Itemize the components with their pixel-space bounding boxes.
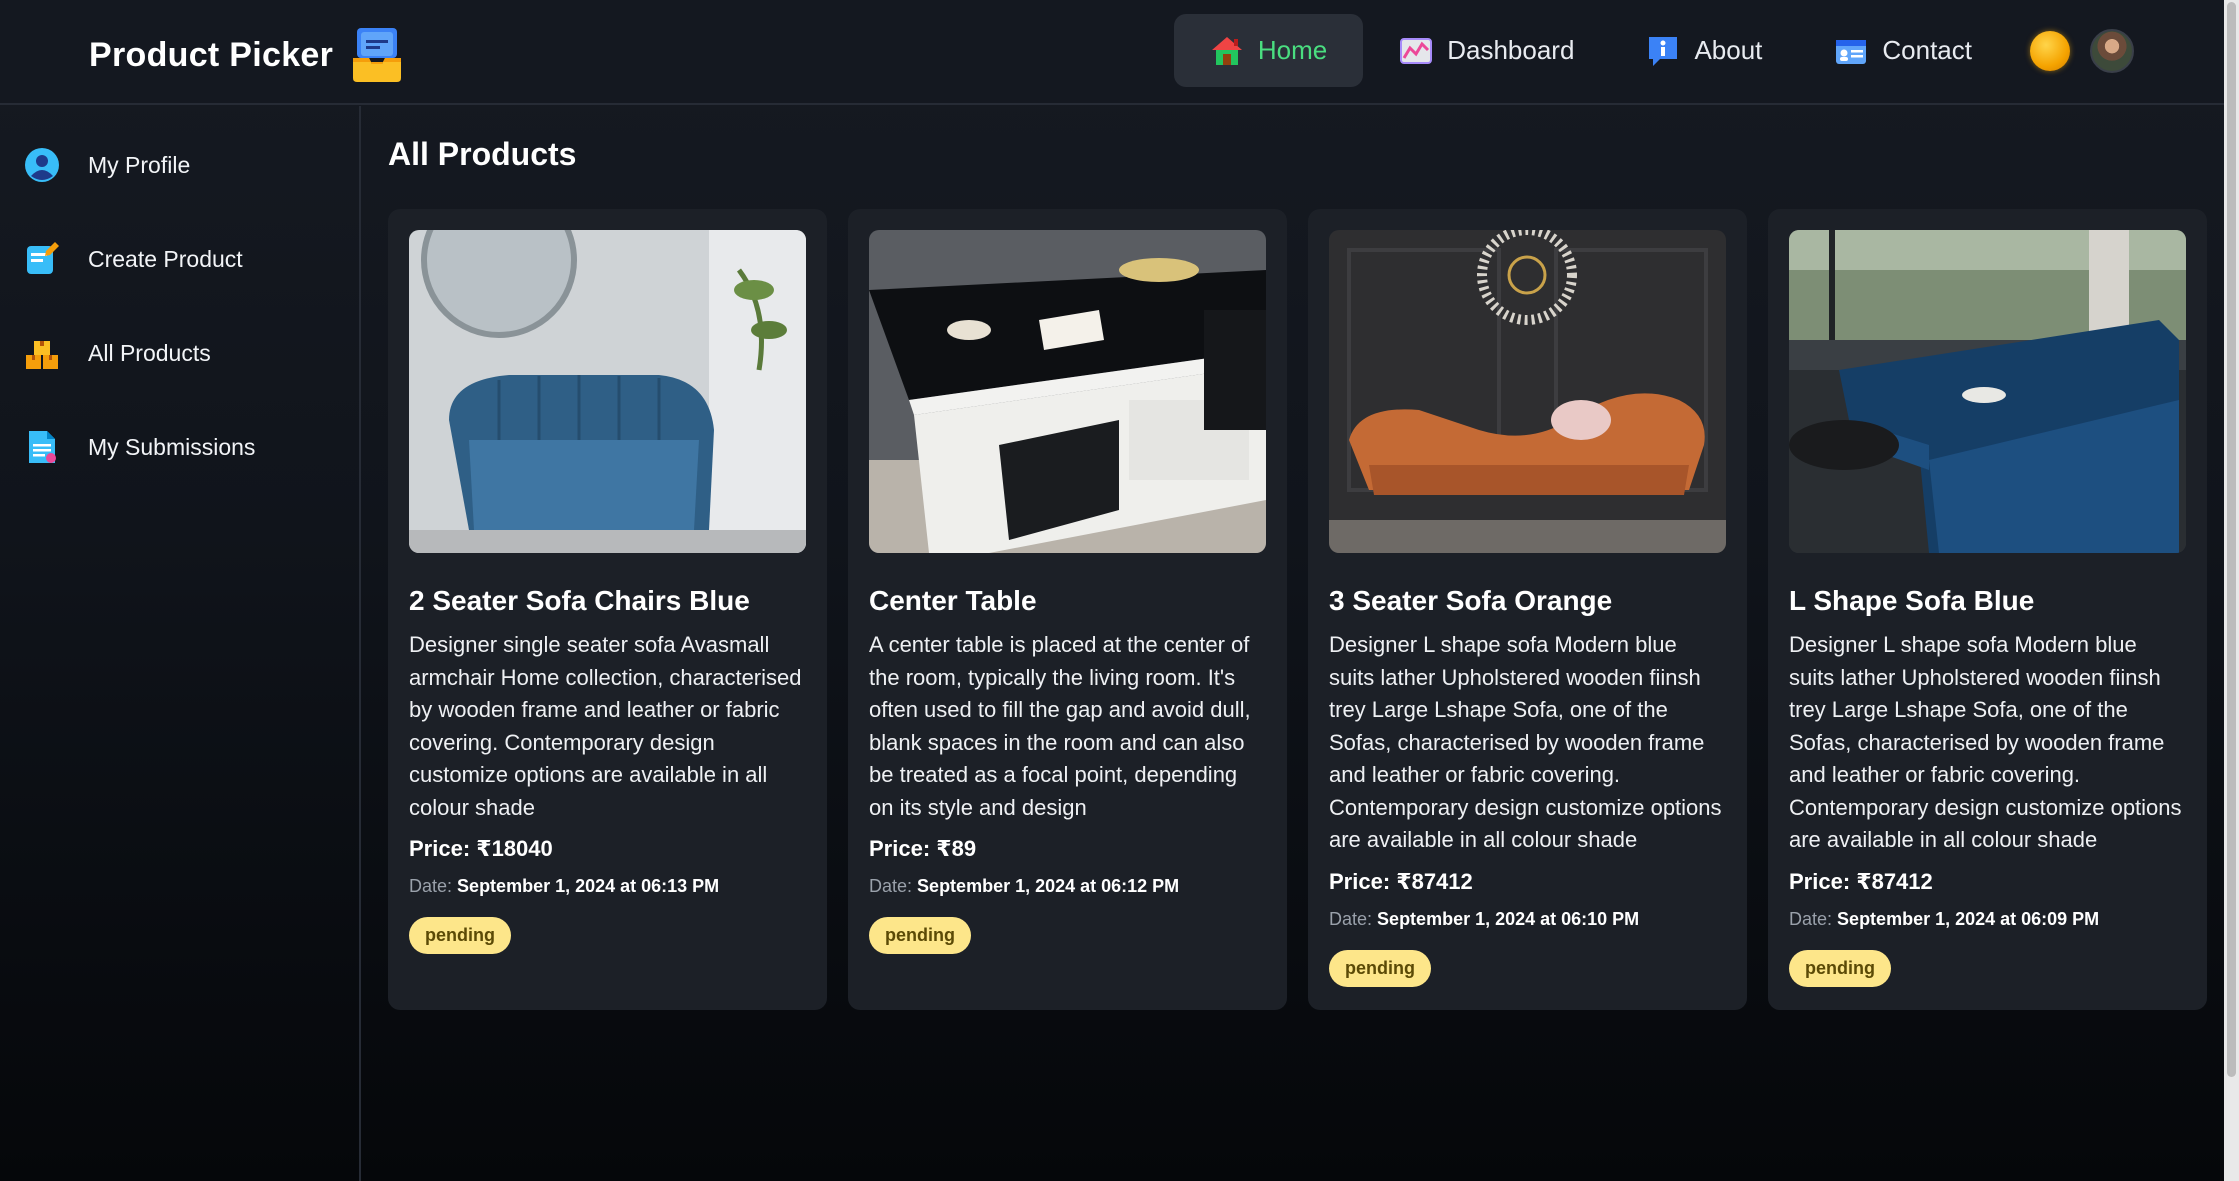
date-label: Date: — [409, 876, 453, 896]
status-badge: pending — [409, 917, 511, 954]
date-label: Date: — [1329, 908, 1373, 929]
product-price: Price: ₹87412 — [1789, 869, 2186, 895]
sun-icon[interactable] — [2030, 30, 2070, 71]
product-date: Date: September 1, 2024 at 06:12 PM — [869, 876, 1266, 897]
status-badge: pending — [869, 917, 971, 954]
product-date: Date: September 1, 2024 at 06:10 PM — [1329, 909, 1726, 930]
product-title: 3 Seater Sofa Orange — [1329, 585, 1613, 616]
status-badge: pending — [1789, 949, 1891, 987]
date-value: September 1, 2024 at 06:10 PM — [1377, 908, 1640, 929]
price-value: ₹87412 — [1856, 868, 1933, 894]
user-circle-icon — [24, 147, 60, 183]
product-date: Date: September 1, 2024 at 06:13 PM — [409, 876, 806, 897]
price-label: Price: — [1789, 868, 1851, 894]
product-card[interactable]: Center Table A center table is placed at… — [848, 209, 1287, 1010]
scrollbar-thumb[interactable] — [2227, 2, 2236, 1077]
sidebar-item-label: My Submissions — [88, 433, 256, 460]
main-content: All Products 2 Seater Sofa Chairs Blue D… — [388, 106, 2208, 1010]
nav-home[interactable]: Home — [1173, 14, 1364, 87]
product-image — [409, 230, 806, 553]
price-label: Price: — [1329, 868, 1391, 894]
inbox-tray-icon — [351, 26, 403, 84]
product-date: Date: September 1, 2024 at 06:09 PM — [1789, 909, 2186, 930]
product-title: 2 Seater Sofa Chairs Blue — [409, 585, 750, 616]
brand[interactable]: Product Picker — [89, 26, 403, 84]
date-label: Date: — [1789, 908, 1833, 929]
sidebar-item-all-products[interactable]: All Products — [0, 306, 359, 400]
chart-icon — [1399, 34, 1433, 68]
sidebar-item-create-product[interactable]: Create Product — [0, 212, 359, 306]
nav-about[interactable]: About — [1610, 14, 1798, 87]
date-label: Date: — [869, 876, 913, 896]
product-description: A center table is placed at the center o… — [869, 632, 1251, 820]
page-title: All Products — [388, 136, 577, 172]
product-image — [1329, 230, 1726, 553]
date-value: September 1, 2024 at 06:12 PM — [917, 876, 1180, 896]
nav-dashboard[interactable]: Dashboard — [1363, 14, 1610, 87]
price-label: Price: — [869, 836, 931, 861]
top-navbar: Product Picker Home Dashboard About Cont… — [0, 0, 2224, 105]
user-avatar[interactable] — [2090, 28, 2134, 73]
product-card[interactable]: 3 Seater Sofa Orange Designer L shape so… — [1308, 209, 1747, 1010]
product-price: Price: ₹89 — [869, 836, 1266, 862]
sidebar-item-label: Create Product — [88, 245, 243, 272]
nav-contact-label: Contact — [1882, 35, 1972, 65]
nav-home-label: Home — [1257, 35, 1328, 65]
product-title: Center Table — [869, 585, 1037, 616]
product-card[interactable]: 2 Seater Sofa Chairs Blue Designer singl… — [388, 209, 827, 1010]
app-title: Product Picker — [89, 35, 334, 74]
date-value: September 1, 2024 at 06:09 PM — [1837, 908, 2100, 929]
product-description: Designer single seater sofa Avasmall arm… — [409, 632, 802, 820]
product-price: Price: ₹87412 — [1329, 869, 1726, 895]
product-image — [869, 230, 1266, 553]
sidebar: My Profile Create Product All Products M… — [0, 106, 361, 1181]
nav-contact[interactable]: Contact — [1798, 14, 2008, 87]
price-label: Price: — [409, 836, 471, 861]
sidebar-item-label: All Products — [88, 339, 211, 366]
document-icon — [24, 429, 60, 465]
home-icon — [1210, 34, 1244, 68]
price-value: ₹18040 — [476, 836, 553, 861]
sidebar-item-label: My Profile — [88, 151, 191, 178]
product-description: Designer L shape sofa Modern blue suits … — [1329, 632, 1722, 852]
price-value: ₹89 — [936, 836, 977, 861]
sidebar-item-my-profile[interactable]: My Profile — [0, 118, 359, 212]
contact-card-icon — [1834, 34, 1868, 68]
product-image — [1789, 230, 2186, 553]
main-nav: Home Dashboard About Contact — [1173, 14, 2134, 87]
status-badge: pending — [1329, 949, 1431, 987]
page-scrollbar[interactable] — [2224, 0, 2239, 1181]
product-price: Price: ₹18040 — [409, 836, 806, 862]
product-title: L Shape Sofa Blue — [1789, 585, 2035, 616]
app-root: Product Picker Home Dashboard About Cont… — [0, 0, 2239, 1181]
boxes-icon — [24, 335, 60, 371]
product-card[interactable]: L Shape Sofa Blue Designer L shape sofa … — [1768, 209, 2207, 1010]
nav-about-label: About — [1694, 35, 1763, 65]
date-value: September 1, 2024 at 06:13 PM — [457, 876, 720, 896]
edit-note-icon — [24, 241, 60, 277]
product-description: Designer L shape sofa Modern blue suits … — [1789, 632, 2182, 852]
nav-dashboard-label: Dashboard — [1447, 35, 1575, 65]
info-icon — [1646, 34, 1680, 68]
sidebar-item-my-submissions[interactable]: My Submissions — [0, 400, 359, 494]
product-grid: 2 Seater Sofa Chairs Blue Designer singl… — [388, 209, 2207, 1010]
price-value: ₹87412 — [1396, 868, 1473, 894]
